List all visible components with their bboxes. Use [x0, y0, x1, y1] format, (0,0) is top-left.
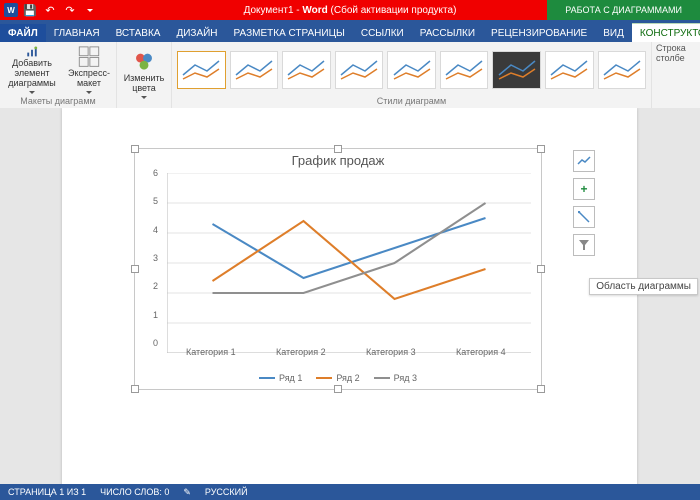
chart-legend[interactable]: Ряд 1 Ряд 2 Ряд 3 [135, 373, 541, 383]
legend-item[interactable]: Ряд 3 [374, 373, 417, 383]
group-change-colors: Изменить цвета [117, 42, 172, 108]
x-category-label: Категория 4 [456, 347, 506, 357]
resize-handle[interactable] [537, 385, 545, 393]
resize-handle[interactable] [334, 385, 342, 393]
y-tick-label: 5 [153, 196, 158, 206]
qat-customize-icon[interactable] [82, 2, 98, 18]
x-category-label: Категория 1 [186, 347, 236, 357]
change-colors-button[interactable]: Изменить цвета [121, 51, 167, 99]
x-category-label: Категория 2 [276, 347, 326, 357]
tab-home[interactable]: ГЛАВНАЯ [46, 24, 108, 42]
chart-filters-button[interactable] [573, 206, 595, 228]
plot-area[interactable] [167, 173, 531, 353]
document-area: График продаж Ряд 1Ряд 2Ряд 3 0123456Кат… [0, 108, 700, 484]
resize-handle[interactable] [131, 265, 139, 273]
chart-side-buttons: + [573, 150, 595, 256]
x-category-label: Категория 3 [366, 347, 416, 357]
tab-review[interactable]: РЕЦЕНЗИРОВАНИЕ [483, 24, 595, 42]
chart-style-thumb[interactable] [545, 51, 594, 89]
status-page[interactable]: СТРАНИЦА 1 ИЗ 1 [8, 487, 86, 497]
chart-style-thumb[interactable] [230, 51, 279, 89]
tab-insert[interactable]: ВСТАВКА [108, 24, 169, 42]
y-tick-label: 0 [153, 338, 158, 348]
group-chart-layouts: Добавить элемент диаграммы Экспресс- мак… [0, 42, 117, 108]
tab-design[interactable]: ДИЗАЙН [168, 24, 225, 42]
chart-style-thumb[interactable] [387, 51, 436, 89]
legend-item[interactable]: Ряд 1 [259, 373, 302, 383]
y-tick-label: 4 [153, 225, 158, 235]
tab-file[interactable]: ФАЙЛ [0, 24, 46, 42]
tab-view[interactable]: ВИД [595, 24, 632, 42]
page: График продаж Ряд 1Ряд 2Ряд 3 0123456Кат… [62, 108, 637, 484]
undo-icon[interactable]: ↶ [42, 2, 58, 18]
chart-style-thumb[interactable] [440, 51, 489, 89]
chart-style-thumb[interactable] [598, 51, 647, 89]
quick-layout-button[interactable]: Экспресс- макет [66, 46, 112, 94]
ribbon-tabs: ФАЙЛ ГЛАВНАЯ ВСТАВКА ДИЗАЙН РАЗМЕТКА СТР… [0, 20, 700, 42]
resize-handle[interactable] [537, 145, 545, 153]
y-tick-label: 6 [153, 168, 158, 178]
resize-handle[interactable] [131, 145, 139, 153]
status-language[interactable]: РУССКИЙ [205, 487, 248, 497]
save-icon[interactable]: 💾 [22, 2, 38, 18]
y-tick-label: 2 [153, 281, 158, 291]
redo-icon[interactable]: ↷ [62, 2, 78, 18]
resize-handle[interactable] [131, 385, 139, 393]
chart-styles-button[interactable]: + [573, 178, 595, 200]
chart-style-thumb[interactable] [335, 51, 384, 89]
chart-style-thumb[interactable] [282, 51, 331, 89]
tab-mailings[interactable]: РАССЫЛКИ [412, 24, 483, 42]
chart-style-thumb[interactable] [492, 51, 541, 89]
chart-style-thumb[interactable] [177, 51, 226, 89]
chart-filter-icon[interactable] [573, 234, 595, 256]
resize-handle[interactable] [537, 265, 545, 273]
resize-handle[interactable] [334, 145, 342, 153]
tooltip: Область диаграммы [589, 278, 698, 295]
tab-constructor[interactable]: КОНСТРУКТОР [632, 23, 700, 42]
group-trimmed: Строка столбе [652, 42, 700, 108]
word-app-icon: W [4, 3, 18, 17]
titlebar: W 💾 ↶ ↷ Документ1 - Word (Сбой активации… [0, 0, 700, 20]
chart-elements-button[interactable] [573, 150, 595, 172]
y-tick-label: 3 [153, 253, 158, 263]
status-word-count[interactable]: ЧИСЛО СЛОВ: 0 [100, 487, 169, 497]
tab-references[interactable]: ССЫЛКИ [353, 24, 412, 42]
chart-object[interactable]: График продаж Ряд 1Ряд 2Ряд 3 0123456Кат… [134, 148, 542, 390]
legend-item[interactable]: Ряд 2 [316, 373, 359, 383]
tab-page-layout[interactable]: РАЗМЕТКА СТРАНИЦЫ [226, 24, 353, 42]
contextual-tab-title: РАБОТА С ДИАГРАММАМИ [547, 0, 700, 20]
y-tick-label: 1 [153, 310, 158, 320]
status-proofing-icon[interactable]: ✎ [183, 487, 191, 498]
add-chart-element-button[interactable]: Добавить элемент диаграммы [4, 46, 60, 94]
ribbon: Добавить элемент диаграммы Экспресс- мак… [0, 42, 700, 109]
group-chart-styles: Стили диаграмм [172, 42, 652, 108]
statusbar: СТРАНИЦА 1 ИЗ 1 ЧИСЛО СЛОВ: 0 ✎ РУССКИЙ [0, 484, 700, 500]
